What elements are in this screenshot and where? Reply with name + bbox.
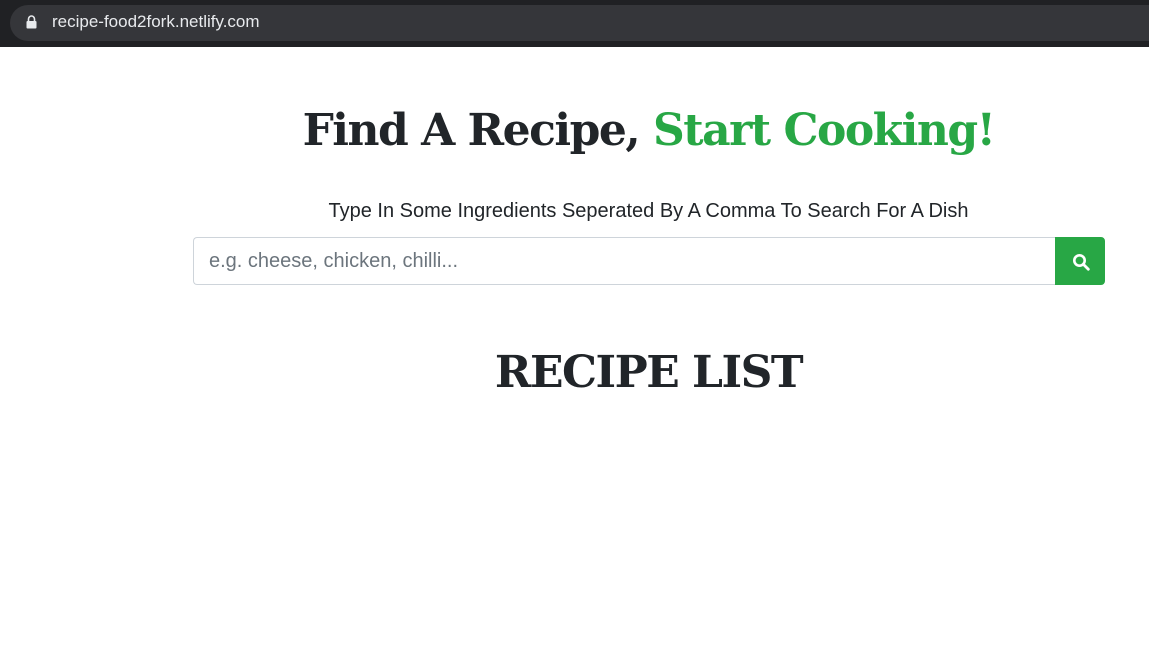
search-instructions: Type In Some Ingredients Seperated By A … bbox=[328, 200, 969, 222]
search-button[interactable] bbox=[1055, 237, 1105, 285]
search-input[interactable] bbox=[193, 237, 1056, 285]
lock-icon bbox=[26, 15, 37, 29]
search-form bbox=[193, 237, 1105, 285]
search-icon bbox=[1073, 254, 1090, 271]
browser-toolbar: recipe-food2fork.netlify.com bbox=[0, 0, 1149, 47]
recipe-list-title: RECIPE LIST bbox=[494, 347, 804, 398]
address-url[interactable]: recipe-food2fork.netlify.com bbox=[52, 12, 260, 32]
title-accent-text: Start Cooking! bbox=[653, 105, 996, 156]
title-text: Find A Recipe, bbox=[302, 105, 654, 156]
page-content: Find A Recipe, Start Cooking! Type In So… bbox=[0, 47, 1149, 661]
page-title: Find A Recipe, Start Cooking! bbox=[0, 105, 1149, 156]
